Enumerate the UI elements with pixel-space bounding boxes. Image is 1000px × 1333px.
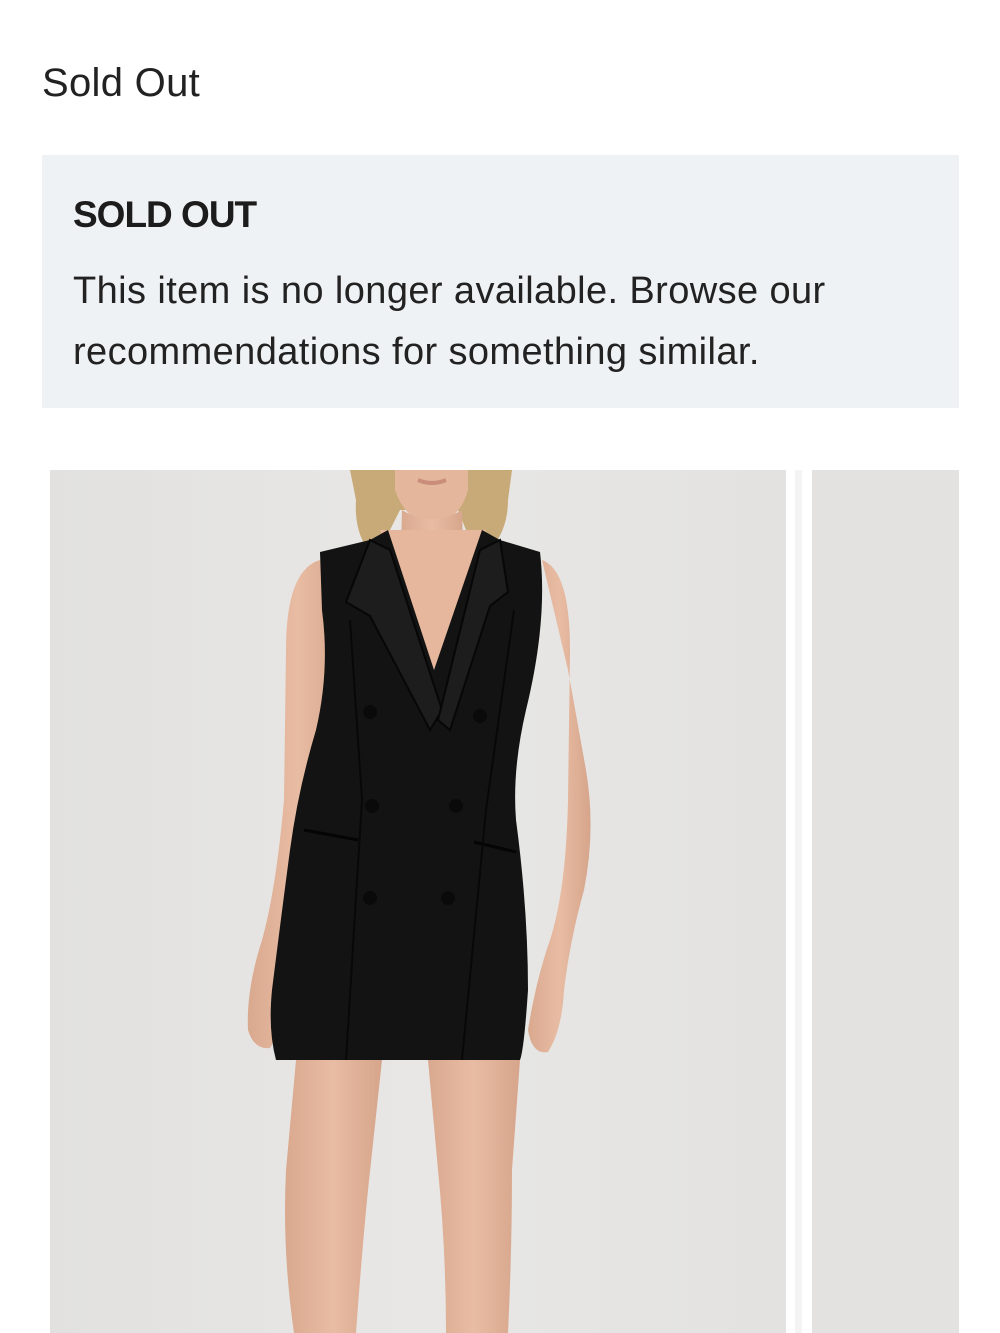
product-image-next[interactable] <box>812 470 959 1333</box>
product-image-carousel[interactable] <box>0 470 1000 1333</box>
carousel-gap <box>786 470 812 1333</box>
product-image-main[interactable] <box>50 470 786 1333</box>
sold-out-status: Sold Out <box>42 61 201 105</box>
sold-out-notice: SOLD OUT This item is no longer availabl… <box>42 155 959 408</box>
notice-title: SOLD OUT <box>73 194 257 235</box>
notice-message: This item is no longer available. Browse… <box>73 270 826 373</box>
product-photo <box>50 470 786 1333</box>
next-product-photo <box>812 470 959 1333</box>
